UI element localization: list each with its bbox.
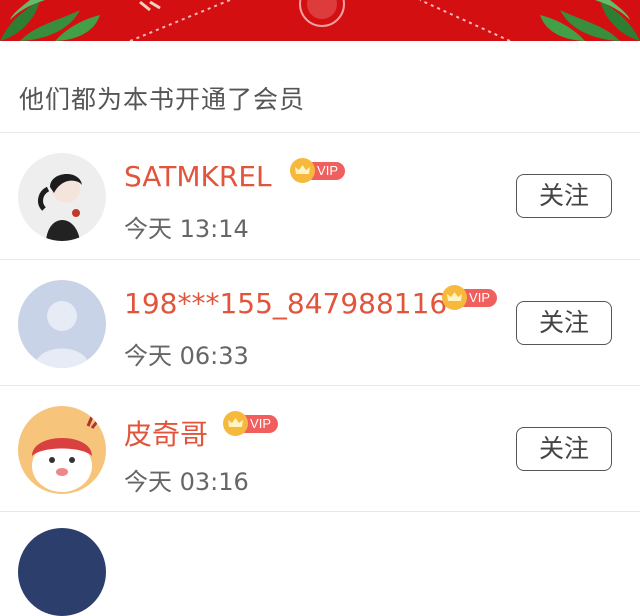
member-time: 今天 13:14 <box>124 215 249 243</box>
follow-button[interactable]: 关注 <box>516 301 612 345</box>
follow-button[interactable]: 关注 <box>516 427 612 471</box>
crown-icon <box>442 285 467 310</box>
divider <box>0 511 640 512</box>
avatar[interactable] <box>18 406 106 494</box>
section-title: 他们都为本书开通了会员 <box>19 85 306 114</box>
crown-icon <box>290 158 315 183</box>
member-time: 今天 06:33 <box>124 342 249 370</box>
member-row: SATMKREL VIP 今天 13:14 关注 <box>0 133 640 258</box>
follow-button[interactable]: 关注 <box>516 174 612 218</box>
avatar[interactable] <box>18 153 106 241</box>
banner-decoration <box>0 0 640 41</box>
member-name[interactable]: SATMKREL <box>124 160 272 193</box>
default-user-icon <box>18 280 106 368</box>
header-banner <box>0 0 640 41</box>
member-name[interactable]: 皮奇哥 <box>124 413 208 453</box>
member-name[interactable]: 198***155_847988116 <box>124 287 447 320</box>
girl-avatar-icon <box>18 153 106 241</box>
member-row: 皮奇哥 VIP 今天 03:16 关注 <box>0 386 640 511</box>
crown-icon <box>223 411 248 436</box>
avatar[interactable] <box>18 280 106 368</box>
member-time: 今天 03:16 <box>124 468 249 496</box>
avatar[interactable] <box>18 528 106 616</box>
member-row: 198***155_847988116 VIP 今天 06:33 关注 <box>0 260 640 385</box>
cartoon-character-icon <box>18 406 106 494</box>
